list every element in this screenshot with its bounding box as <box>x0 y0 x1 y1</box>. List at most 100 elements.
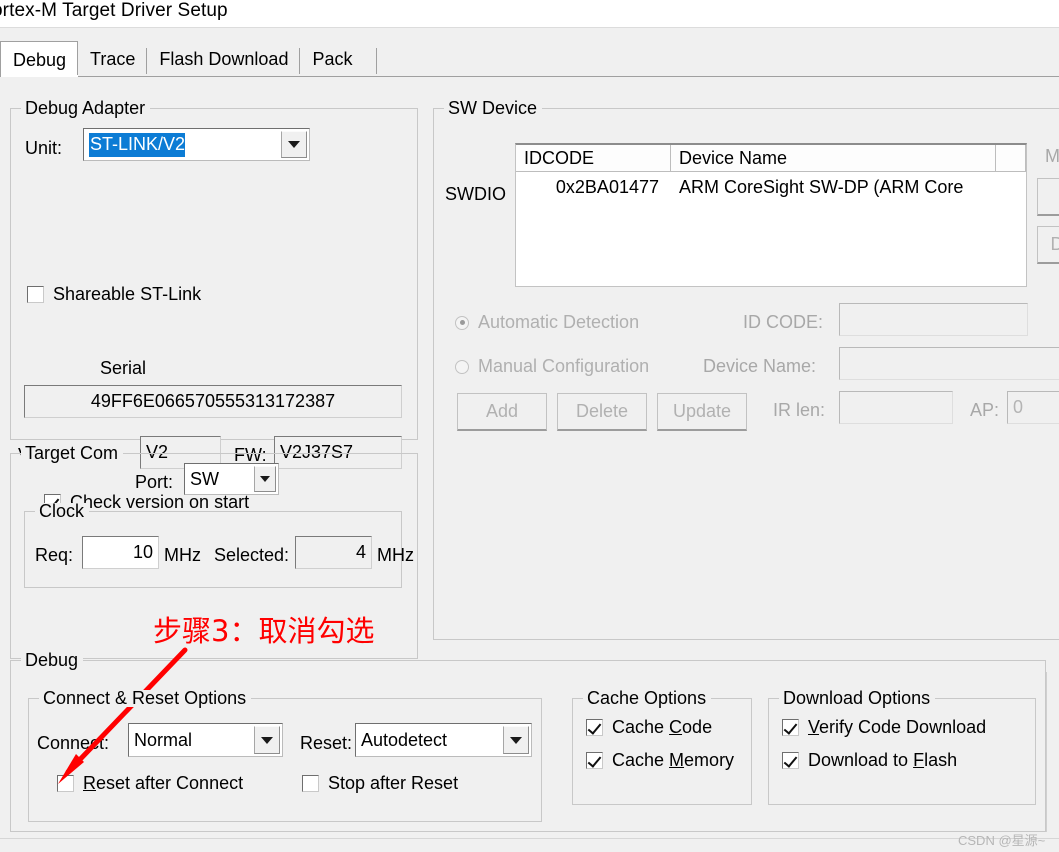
ap-field[interactable]: 0 <box>1007 391 1059 424</box>
reset-after-connect-accel: R <box>83 773 96 793</box>
port-combobox-value: SW <box>190 468 219 489</box>
swdio-label: SWDIO <box>445 184 506 204</box>
title-bar: ortex-M Target Driver Setup <box>0 0 1059 28</box>
cache-code-post: ode <box>682 717 713 737</box>
add-button[interactable]: Add <box>457 393 547 431</box>
shareable-st-link-checkbox[interactable]: Shareable ST-Link <box>27 284 201 305</box>
selected-clock-field: 4 <box>295 536 372 569</box>
move-down-button[interactable]: D <box>1037 226 1059 264</box>
stop-after-reset-checkbox-box <box>302 775 319 792</box>
cache-code-pre: Cache <box>612 717 670 737</box>
shareable-st-link-checkbox-box <box>27 286 44 303</box>
req-clock-field[interactable]: 10 <box>82 536 159 569</box>
update-button-label: Update <box>672 401 732 421</box>
serial-label: Serial <box>100 358 147 378</box>
clock-group: Clock Req: 10 MHz Selected: 4 MHz <box>24 502 414 588</box>
download-to-flash-post: lash <box>924 750 958 770</box>
manual-configuration-label: Manual Configuration <box>478 356 650 376</box>
chevron-down-icon <box>260 476 270 482</box>
download-to-flash-checkbox[interactable]: Download to Flash <box>782 750 957 771</box>
reset-combobox-value: Autodetect <box>361 729 448 750</box>
target-com-label: Target Com <box>21 444 124 462</box>
automatic-detection-radio-box <box>455 315 469 330</box>
connect-combobox[interactable]: Normal <box>128 723 283 757</box>
table-row[interactable]: 0x2BA01477 ARM CoreSight SW-DP (ARM Core <box>516 172 1026 202</box>
reset-combobox-arrow[interactable] <box>503 726 529 754</box>
cache-code-checkbox[interactable]: Cache Code <box>586 717 712 738</box>
cache-memory-label: Cache Memory <box>612 750 734 771</box>
download-options-label: Download Options <box>779 689 936 707</box>
sw-device-label: SW Device <box>444 99 543 117</box>
port-combobox[interactable]: SW <box>184 463 279 495</box>
connect-label: Connect: <box>37 733 110 753</box>
unit-combobox[interactable]: ST-LINK/V2 <box>83 128 310 161</box>
selected-unit-label: MHz <box>377 545 414 565</box>
move-up-button[interactable] <box>1037 178 1059 216</box>
tab-pack-label: Pack <box>312 49 353 69</box>
debug-group: Debug Connect & Reset Options Connect: N… <box>10 651 1046 832</box>
unit-combobox-value: ST-LINK/V2 <box>84 129 281 160</box>
unit-combobox-arrow[interactable] <box>281 131 307 158</box>
annotation-text: 步骤3：取消勾选 <box>153 614 375 648</box>
cell-idcode: 0x2BA01477 <box>555 176 659 197</box>
automatic-detection-radio[interactable]: Automatic Detection <box>455 312 639 333</box>
download-to-flash-accel: F <box>913 750 925 770</box>
shareable-st-link-label: Shareable ST-Link <box>53 284 202 304</box>
right-edge-divider <box>1046 672 1047 832</box>
connect-reset-options-label: Connect & Reset Options <box>39 689 252 707</box>
sw-device-group: SW Device SWDIO IDCODE Device Name 0x2BA… <box>433 99 1059 640</box>
automatic-detection-label: Automatic Detection <box>478 312 640 332</box>
reset-combobox[interactable]: Autodetect <box>355 723 532 757</box>
ap-label: AP: <box>970 400 1000 420</box>
req-unit-label: MHz <box>164 545 201 565</box>
chevron-down-icon <box>288 141 300 148</box>
clock-label: Clock <box>35 502 90 520</box>
table-header-row: IDCODE Device Name <box>516 145 1026 172</box>
tab-flash-download[interactable]: Flash Download <box>147 44 301 76</box>
cache-memory-checkbox[interactable]: Cache Memory <box>586 750 734 771</box>
ir-len-field[interactable] <box>839 391 953 424</box>
cache-options-label: Cache Options <box>583 689 712 707</box>
req-label: Req: <box>35 545 74 565</box>
id-code-field[interactable] <box>839 303 1028 336</box>
tab-trace-label: Trace <box>90 49 136 69</box>
manual-configuration-radio-box <box>455 359 469 374</box>
manual-configuration-radio[interactable]: Manual Configuration <box>455 356 649 377</box>
watermark-label: CSDN @星源~ <box>958 833 1046 848</box>
delete-button[interactable]: Delete <box>557 393 647 431</box>
debug-adapter-label: Debug Adapter <box>21 99 151 117</box>
device-name-label: Device Name: <box>703 356 817 376</box>
reset-after-connect-checkbox[interactable]: Reset after Connect <box>57 773 243 794</box>
window-title: ortex-M Target Driver Setup <box>0 0 228 21</box>
ir-len-label: IR len: <box>773 400 826 420</box>
port-combobox-arrow[interactable] <box>254 466 276 492</box>
reset-after-connect-text: eset after Connect <box>96 773 244 793</box>
verify-code-download-checkbox[interactable]: Verify Code Download <box>782 717 986 738</box>
tab-pack[interactable]: Pack <box>300 44 365 76</box>
tab-debug[interactable]: Debug <box>0 41 79 77</box>
tab-trace[interactable]: Trace <box>78 44 148 76</box>
selected-label: Selected: <box>214 545 290 565</box>
verify-code-download-accel: V <box>808 717 820 737</box>
bottom-divider <box>0 838 1059 839</box>
reset-label: Reset: <box>300 733 353 753</box>
reset-after-connect-checkbox-box <box>57 775 74 792</box>
sw-device-table[interactable]: IDCODE Device Name 0x2BA01477 ARM CoreSi… <box>515 143 1027 287</box>
cache-options-group: Cache Options Cache Code Cache Memory <box>572 689 752 805</box>
download-to-flash-pre: Download to <box>808 750 914 770</box>
device-name-field[interactable] <box>839 347 1059 380</box>
tab-end-divider <box>375 44 377 76</box>
connect-combobox-arrow[interactable] <box>254 726 280 754</box>
move-down-label: D <box>1050 234 1059 254</box>
cell-extra <box>996 172 1026 202</box>
reset-after-connect-label: Reset after Connect <box>83 773 243 794</box>
update-button[interactable]: Update <box>657 393 747 431</box>
cache-memory-checkbox-box <box>586 752 603 769</box>
debug-group-label: Debug <box>21 651 84 669</box>
serial-field: 49FF6E066570555313172387 <box>24 385 402 418</box>
stop-after-reset-checkbox[interactable]: Stop after Reset <box>302 773 458 794</box>
verify-code-download-checkbox-box <box>782 719 799 736</box>
debug-adapter-group: Debug Adapter Unit: ST-LINK/V2 Shareable… <box>10 99 418 512</box>
id-code-label: ID CODE: <box>743 312 824 332</box>
cache-memory-pre: Cache <box>612 750 670 770</box>
